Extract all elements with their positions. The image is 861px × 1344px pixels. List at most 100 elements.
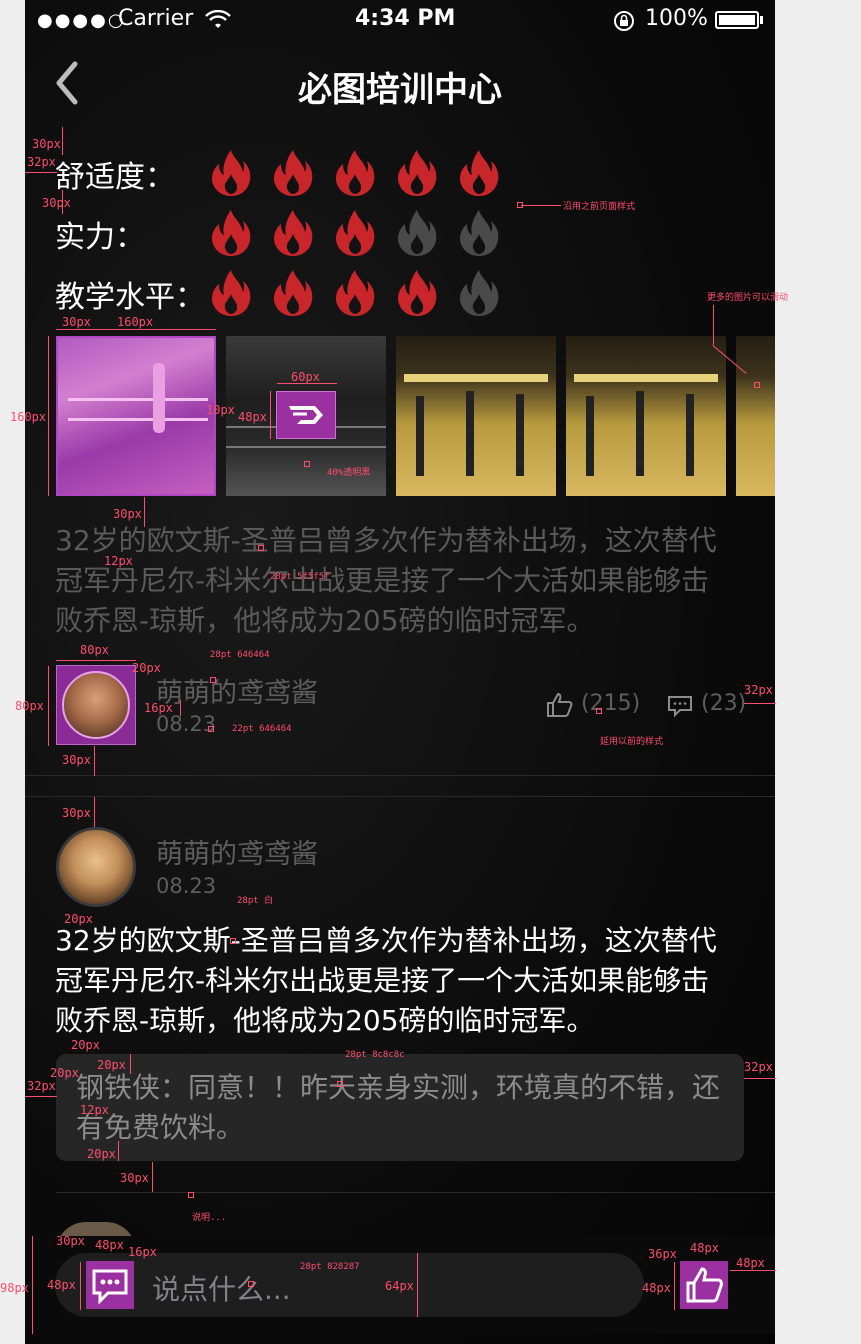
like-icon[interactable] xyxy=(546,692,574,718)
flame-icon-filled xyxy=(397,270,437,316)
annotation-label: 60px xyxy=(291,370,320,384)
rating-label-comfort: 舒适度： xyxy=(55,160,175,195)
divider xyxy=(25,775,775,776)
flame-icon-filled xyxy=(335,270,375,316)
divider xyxy=(25,796,775,797)
text-line: 冠军丹尼尔-科米尔出战更是接了一个大活如果能够击 xyxy=(55,564,710,597)
text-line: 败乔恩-琼斯，他将成为205磅的临时冠军。 xyxy=(55,1004,595,1037)
flame-icon-filled xyxy=(211,150,251,196)
annotation-note: 沿用之前页面样式 xyxy=(563,202,636,212)
annotation-label: 30px xyxy=(62,753,91,767)
avatar[interactable] xyxy=(56,827,136,907)
annotation-label: 48px xyxy=(238,410,267,424)
annotation-note: 28pt 646464 xyxy=(210,650,270,660)
comment2-username[interactable]: 萌萌的鸢鸢酱 xyxy=(156,832,318,871)
annotation-label: 20px xyxy=(132,661,161,675)
annotation-label: 32px xyxy=(744,1060,773,1074)
annotation-label: 20px xyxy=(97,1058,126,1072)
flame-icon-filled xyxy=(211,270,251,316)
annotation-label: 98px xyxy=(0,1281,29,1295)
annotation-label: 30px xyxy=(120,1171,149,1185)
annotation-label: 20px xyxy=(64,912,93,926)
battery-percent: 100% xyxy=(645,6,708,31)
clock: 4:34 PM xyxy=(355,6,456,31)
annotation-note: 22pt 646464 xyxy=(232,724,292,734)
rating-strength xyxy=(209,208,501,258)
flame-icon-empty xyxy=(397,210,437,256)
annotation-label: 12px xyxy=(80,1103,109,1117)
flame-icon-filled xyxy=(397,150,437,196)
annotation-label: 48px xyxy=(690,1241,719,1255)
text-line: 冠军丹尼尔-科米尔出战更是接了一个大活如果能够击 xyxy=(55,964,710,997)
comment2-date: 08.23 xyxy=(156,874,217,898)
gallery-photo-boxing-ring[interactable] xyxy=(56,336,216,496)
annotation-label: 30px xyxy=(32,137,61,151)
comment2-text: 32岁的欧文斯-圣普吕曾多次作为替补出场，这次替代 冠军丹尼尔-科米尔出战更是接… xyxy=(55,921,717,1041)
signal-icon: ●●●●○ xyxy=(37,10,126,31)
annotation-label: 48px xyxy=(642,1281,671,1295)
text-line: 32岁的欧文斯-圣普吕曾多次作为替补出场，这次替代 xyxy=(55,924,717,957)
comment1-text: 32岁的欧文斯-圣普吕曾多次作为替补出场，这次替代 冠军丹尼尔-科米尔出战更是接… xyxy=(55,521,717,641)
annotation-label: 48px xyxy=(736,1256,765,1270)
video-play-icon[interactable] xyxy=(276,391,336,439)
annotation-label: 32px xyxy=(27,1079,56,1093)
flame-icon-filled xyxy=(273,150,313,196)
annotation-note: 28pt 5f5f5f xyxy=(270,572,330,582)
gallery-photo-gym-1[interactable] xyxy=(396,336,556,496)
carrier-label: Carrier xyxy=(118,6,194,31)
rotation-lock-icon xyxy=(614,11,634,31)
annotation-label: 32px xyxy=(27,155,56,169)
page-title: 必图培训中心 xyxy=(298,70,502,110)
annotation-label: 20px xyxy=(71,1038,100,1052)
annotation-label: 80px xyxy=(80,643,109,657)
battery-icon xyxy=(715,11,759,29)
comment1-date: 08.23 xyxy=(156,712,217,736)
annotation-label: 10px xyxy=(206,403,235,417)
annotation-note: 说明... xyxy=(192,1213,227,1223)
annotation-note: 28pt 828287 xyxy=(300,1262,360,1272)
divider xyxy=(56,1192,775,1193)
comment-icon[interactable] xyxy=(667,695,693,717)
battery-cap xyxy=(760,16,763,24)
annotation-note: 28pt 白 xyxy=(237,896,274,906)
gallery-photo-gym-3[interactable] xyxy=(736,336,775,496)
reply-text: 钢铁侠：同意！！昨天亲身实测，环境真的不错，还 有免费饮料。 xyxy=(76,1068,720,1148)
annotation-label: 20px xyxy=(87,1147,116,1161)
rating-label-teaching: 教学水平： xyxy=(55,280,205,315)
annotation-label: 30px xyxy=(62,315,91,329)
annotation-label: 30px xyxy=(113,507,142,521)
flame-icon-filled xyxy=(459,150,499,196)
flame-icon-filled xyxy=(273,210,313,256)
annotation-label: 160px xyxy=(10,410,47,424)
avatar[interactable] xyxy=(56,665,136,745)
flame-icon-empty xyxy=(459,270,499,316)
text-line: 钢铁侠：同意！！昨天亲身实测，环境真的不错，还 xyxy=(76,1071,721,1104)
gallery-photo-gym-2[interactable] xyxy=(566,336,726,496)
annotation-label: 48px xyxy=(95,1238,124,1252)
annotation-label: 30px xyxy=(56,1234,85,1248)
like-button-icon[interactable] xyxy=(680,1261,728,1309)
flame-icon-filled xyxy=(211,210,251,256)
annotation-label: 160px xyxy=(117,315,154,329)
flame-icon-filled xyxy=(273,270,313,316)
annotation-label: 12px xyxy=(104,554,133,568)
annotation-note: 40%透明黑 xyxy=(327,468,371,478)
status-bar: ●●●●○ Carrier 4:34 PM 100% xyxy=(25,0,775,40)
input-placeholder[interactable]: 说点什么... xyxy=(152,1268,291,1308)
rating-label-strength: 实力： xyxy=(55,220,145,255)
wifi-icon xyxy=(205,10,231,28)
annotation-label: 80px xyxy=(15,699,44,713)
like-count[interactable]: (215) xyxy=(581,691,640,716)
text-line: 败乔恩-琼斯，他将成为205磅的临时冠军。 xyxy=(55,604,595,637)
annotation-note: 28pt 8c8c8c xyxy=(345,1050,405,1060)
comment-count[interactable]: (23) xyxy=(701,691,746,716)
text-line: 32岁的欧文斯-圣普吕曾多次作为替补出场，这次替代 xyxy=(55,524,717,557)
rating-teaching xyxy=(209,268,501,318)
annotation-note: 延用以前的样式 xyxy=(600,737,664,747)
annotation-label: 16px xyxy=(144,701,173,715)
annotation-label: 30px xyxy=(42,196,71,210)
chat-bubble-icon[interactable] xyxy=(86,1261,134,1309)
reply-box[interactable]: 钢铁侠：同意！！昨天亲身实测，环境真的不错，还 有免费饮料。 xyxy=(56,1054,744,1161)
flame-icon-filled xyxy=(335,210,375,256)
annotation-label: 32px xyxy=(744,683,773,697)
